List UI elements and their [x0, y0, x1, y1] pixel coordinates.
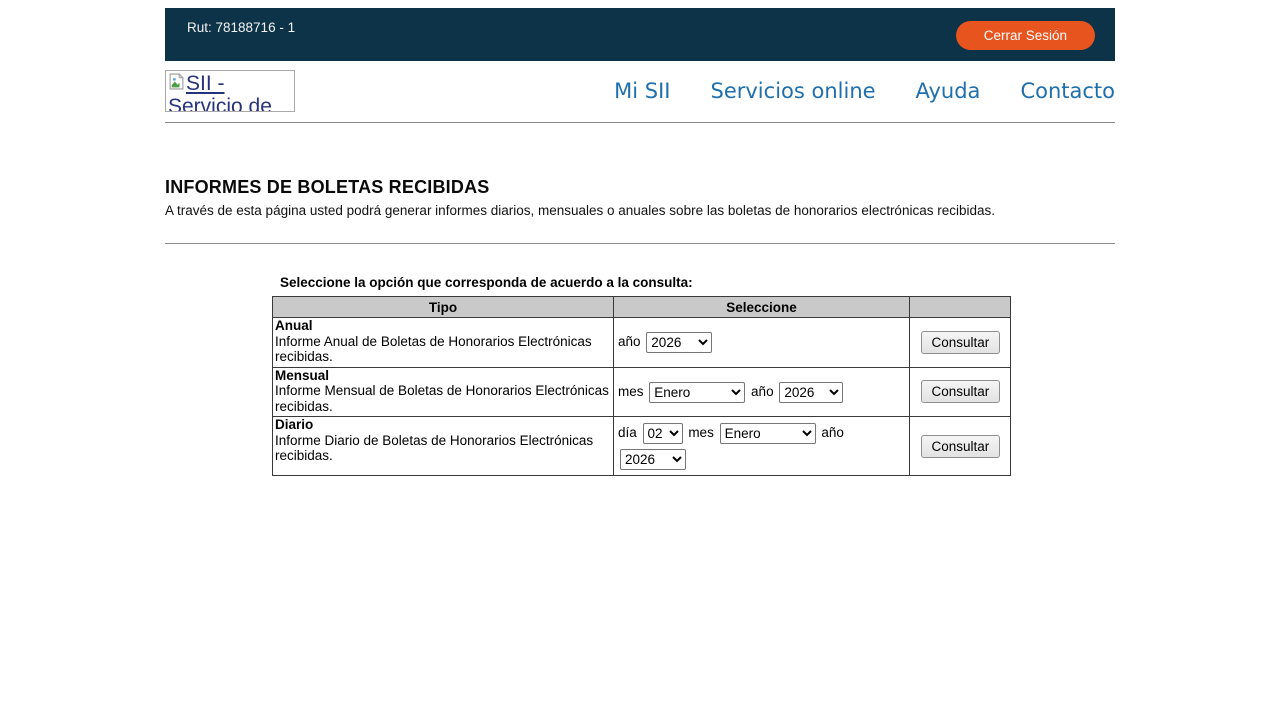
diario-mes-select[interactable]: Enero: [719, 422, 816, 444]
diario-type-label: Diario: [275, 417, 314, 432]
diario-button-cell: Consultar: [909, 416, 1011, 476]
nav-servicios-online[interactable]: Servicios online: [711, 79, 876, 103]
mensual-description: Informe Mensual de Boletas de Honorarios…: [275, 383, 609, 414]
mensual-button-cell: Consultar: [909, 366, 1011, 417]
diario-ano-select[interactable]: 2026: [620, 448, 686, 470]
anual-button-cell: Consultar: [909, 317, 1011, 368]
anual-ano-select[interactable]: 2026: [646, 332, 713, 354]
rut-label: Rut: 78188716 - 1: [187, 20, 296, 35]
mensual-ano-select[interactable]: 2026: [779, 381, 844, 403]
table-row-mensual: Mensual Informe Mensual de Boletas de Ho…: [272, 366, 1011, 417]
content-divider: [165, 243, 1115, 244]
page-title: INFORMES DE BOLETAS RECIBIDAS: [165, 177, 490, 197]
site-header: SII - Servicio de Mi SII Servicios onlin…: [165, 61, 1115, 123]
table-caption: Seleccione la opción que corresponda de …: [280, 275, 693, 290]
table-row-anual: Anual Informe Anual de Boletas de Honora…: [272, 317, 1011, 368]
page-description: A través de esta página usted podrá gene…: [165, 203, 995, 218]
mensual-select-cell: mes Enero año 2026: [613, 366, 910, 417]
consulta-section: Seleccione la opción que corresponda de …: [272, 275, 1115, 476]
diario-description: Informe Diario de Boletas de Honorarios …: [275, 432, 594, 464]
diario-select-cell: día 02 mes Enero año 2026: [613, 416, 910, 476]
broken-image-icon: [168, 73, 185, 95]
anual-consultar-button[interactable]: Consultar: [920, 330, 1000, 354]
header-empty: [909, 296, 1011, 318]
sii-logo-broken-image[interactable]: SII - Servicio de: [165, 70, 295, 112]
header-seleccione: Seleccione: [613, 296, 910, 318]
consulta-table: Tipo Seleccione Anual Informe Anual de B…: [272, 296, 1011, 476]
mensual-type-label: Mensual: [275, 367, 330, 383]
logout-button[interactable]: Cerrar Sesión: [955, 21, 1095, 50]
anual-ano-label: año: [618, 334, 641, 350]
diario-mes-label: mes: [688, 425, 714, 440]
anual-description: Informe Anual de Boletas de Honorarios E…: [275, 333, 592, 365]
anual-select-cell: año 2026: [613, 317, 910, 368]
diario-ano-label: año: [821, 425, 844, 440]
anual-type-label: Anual: [275, 318, 313, 333]
diario-consultar-button[interactable]: Consultar: [920, 434, 1000, 458]
table-header-row: Tipo Seleccione: [272, 296, 1011, 318]
diario-tipo-cell: Diario Informe Diario de Boletas de Hono…: [272, 416, 614, 476]
page-container: Rut: 78188716 - 1 Cerrar Sesión SII - Se…: [165, 8, 1115, 476]
mensual-tipo-cell: Mensual Informe Mensual de Boletas de Ho…: [272, 366, 614, 417]
mensual-consultar-button[interactable]: Consultar: [920, 380, 1000, 404]
header-tipo: Tipo: [272, 296, 614, 318]
table-row-diario: Diario Informe Diario de Boletas de Hono…: [272, 416, 1011, 476]
mensual-mes-label: mes: [618, 383, 644, 399]
main-nav: Mi SII Servicios online Ayuda Contacto: [614, 79, 1115, 103]
nav-ayuda[interactable]: Ayuda: [916, 79, 981, 103]
nav-contacto[interactable]: Contacto: [1020, 79, 1115, 103]
mensual-mes-select[interactable]: Enero: [649, 381, 746, 403]
anual-tipo-cell: Anual Informe Anual de Boletas de Honora…: [272, 317, 614, 368]
diario-dia-select[interactable]: 02: [642, 422, 683, 444]
diario-dia-label: día: [618, 425, 637, 440]
session-topbar: Rut: 78188716 - 1 Cerrar Sesión: [165, 8, 1115, 61]
mensual-ano-label: año: [751, 383, 774, 399]
nav-mi-sii[interactable]: Mi SII: [614, 79, 670, 103]
